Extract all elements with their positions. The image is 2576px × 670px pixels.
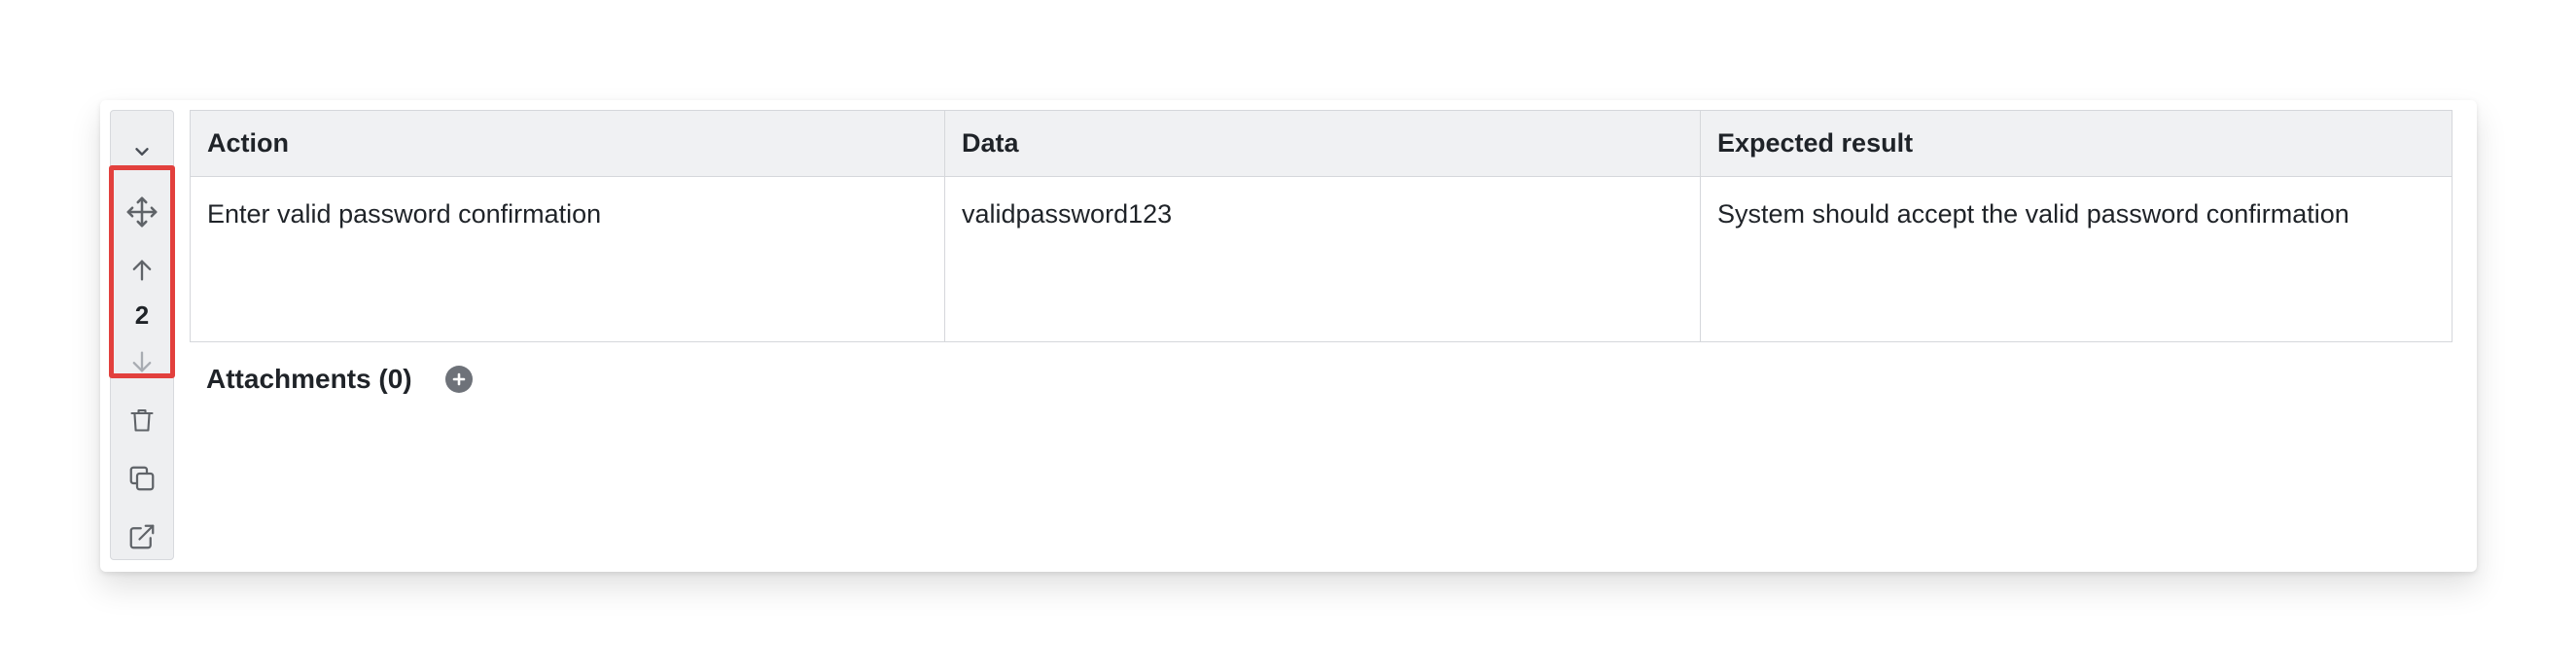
move-down-button[interactable] <box>111 340 173 383</box>
expected-result-cell[interactable]: System should accept the valid password … <box>1701 177 2452 341</box>
attachments-label: Attachments (0) <box>206 364 412 394</box>
test-step-card: 2 Action Data Expected result Enter vali… <box>100 100 2477 572</box>
arrow-up-icon <box>132 260 152 281</box>
column-header-data: Data <box>945 111 1701 177</box>
action-cell[interactable]: Enter valid password confirmation <box>191 177 945 341</box>
arrow-down-icon <box>132 351 152 372</box>
drag-handle[interactable] <box>111 191 173 233</box>
duplicate-step-button[interactable] <box>111 457 173 500</box>
plus-icon <box>452 372 465 386</box>
attachments-section: Attachments (0) <box>206 360 473 399</box>
copy-icon <box>129 466 155 491</box>
data-cell[interactable]: validpassword123 <box>945 177 1701 341</box>
open-step-button[interactable] <box>111 515 173 558</box>
column-header-expected-result: Expected result <box>1701 111 2452 177</box>
move-up-button[interactable] <box>111 249 173 292</box>
chevron-down-icon <box>135 148 149 156</box>
external-link-icon <box>129 524 155 549</box>
steps-table: Action Data Expected result Enter valid … <box>190 110 2452 342</box>
step-number: 2 <box>134 300 150 330</box>
column-header-action: Action <box>191 111 945 177</box>
collapse-button[interactable] <box>111 130 173 173</box>
add-attachment-button[interactable] <box>444 366 473 393</box>
move-icon <box>126 196 158 228</box>
step-toolbar: 2 <box>110 110 174 560</box>
delete-step-button[interactable] <box>111 399 173 441</box>
trash-icon <box>130 409 154 432</box>
